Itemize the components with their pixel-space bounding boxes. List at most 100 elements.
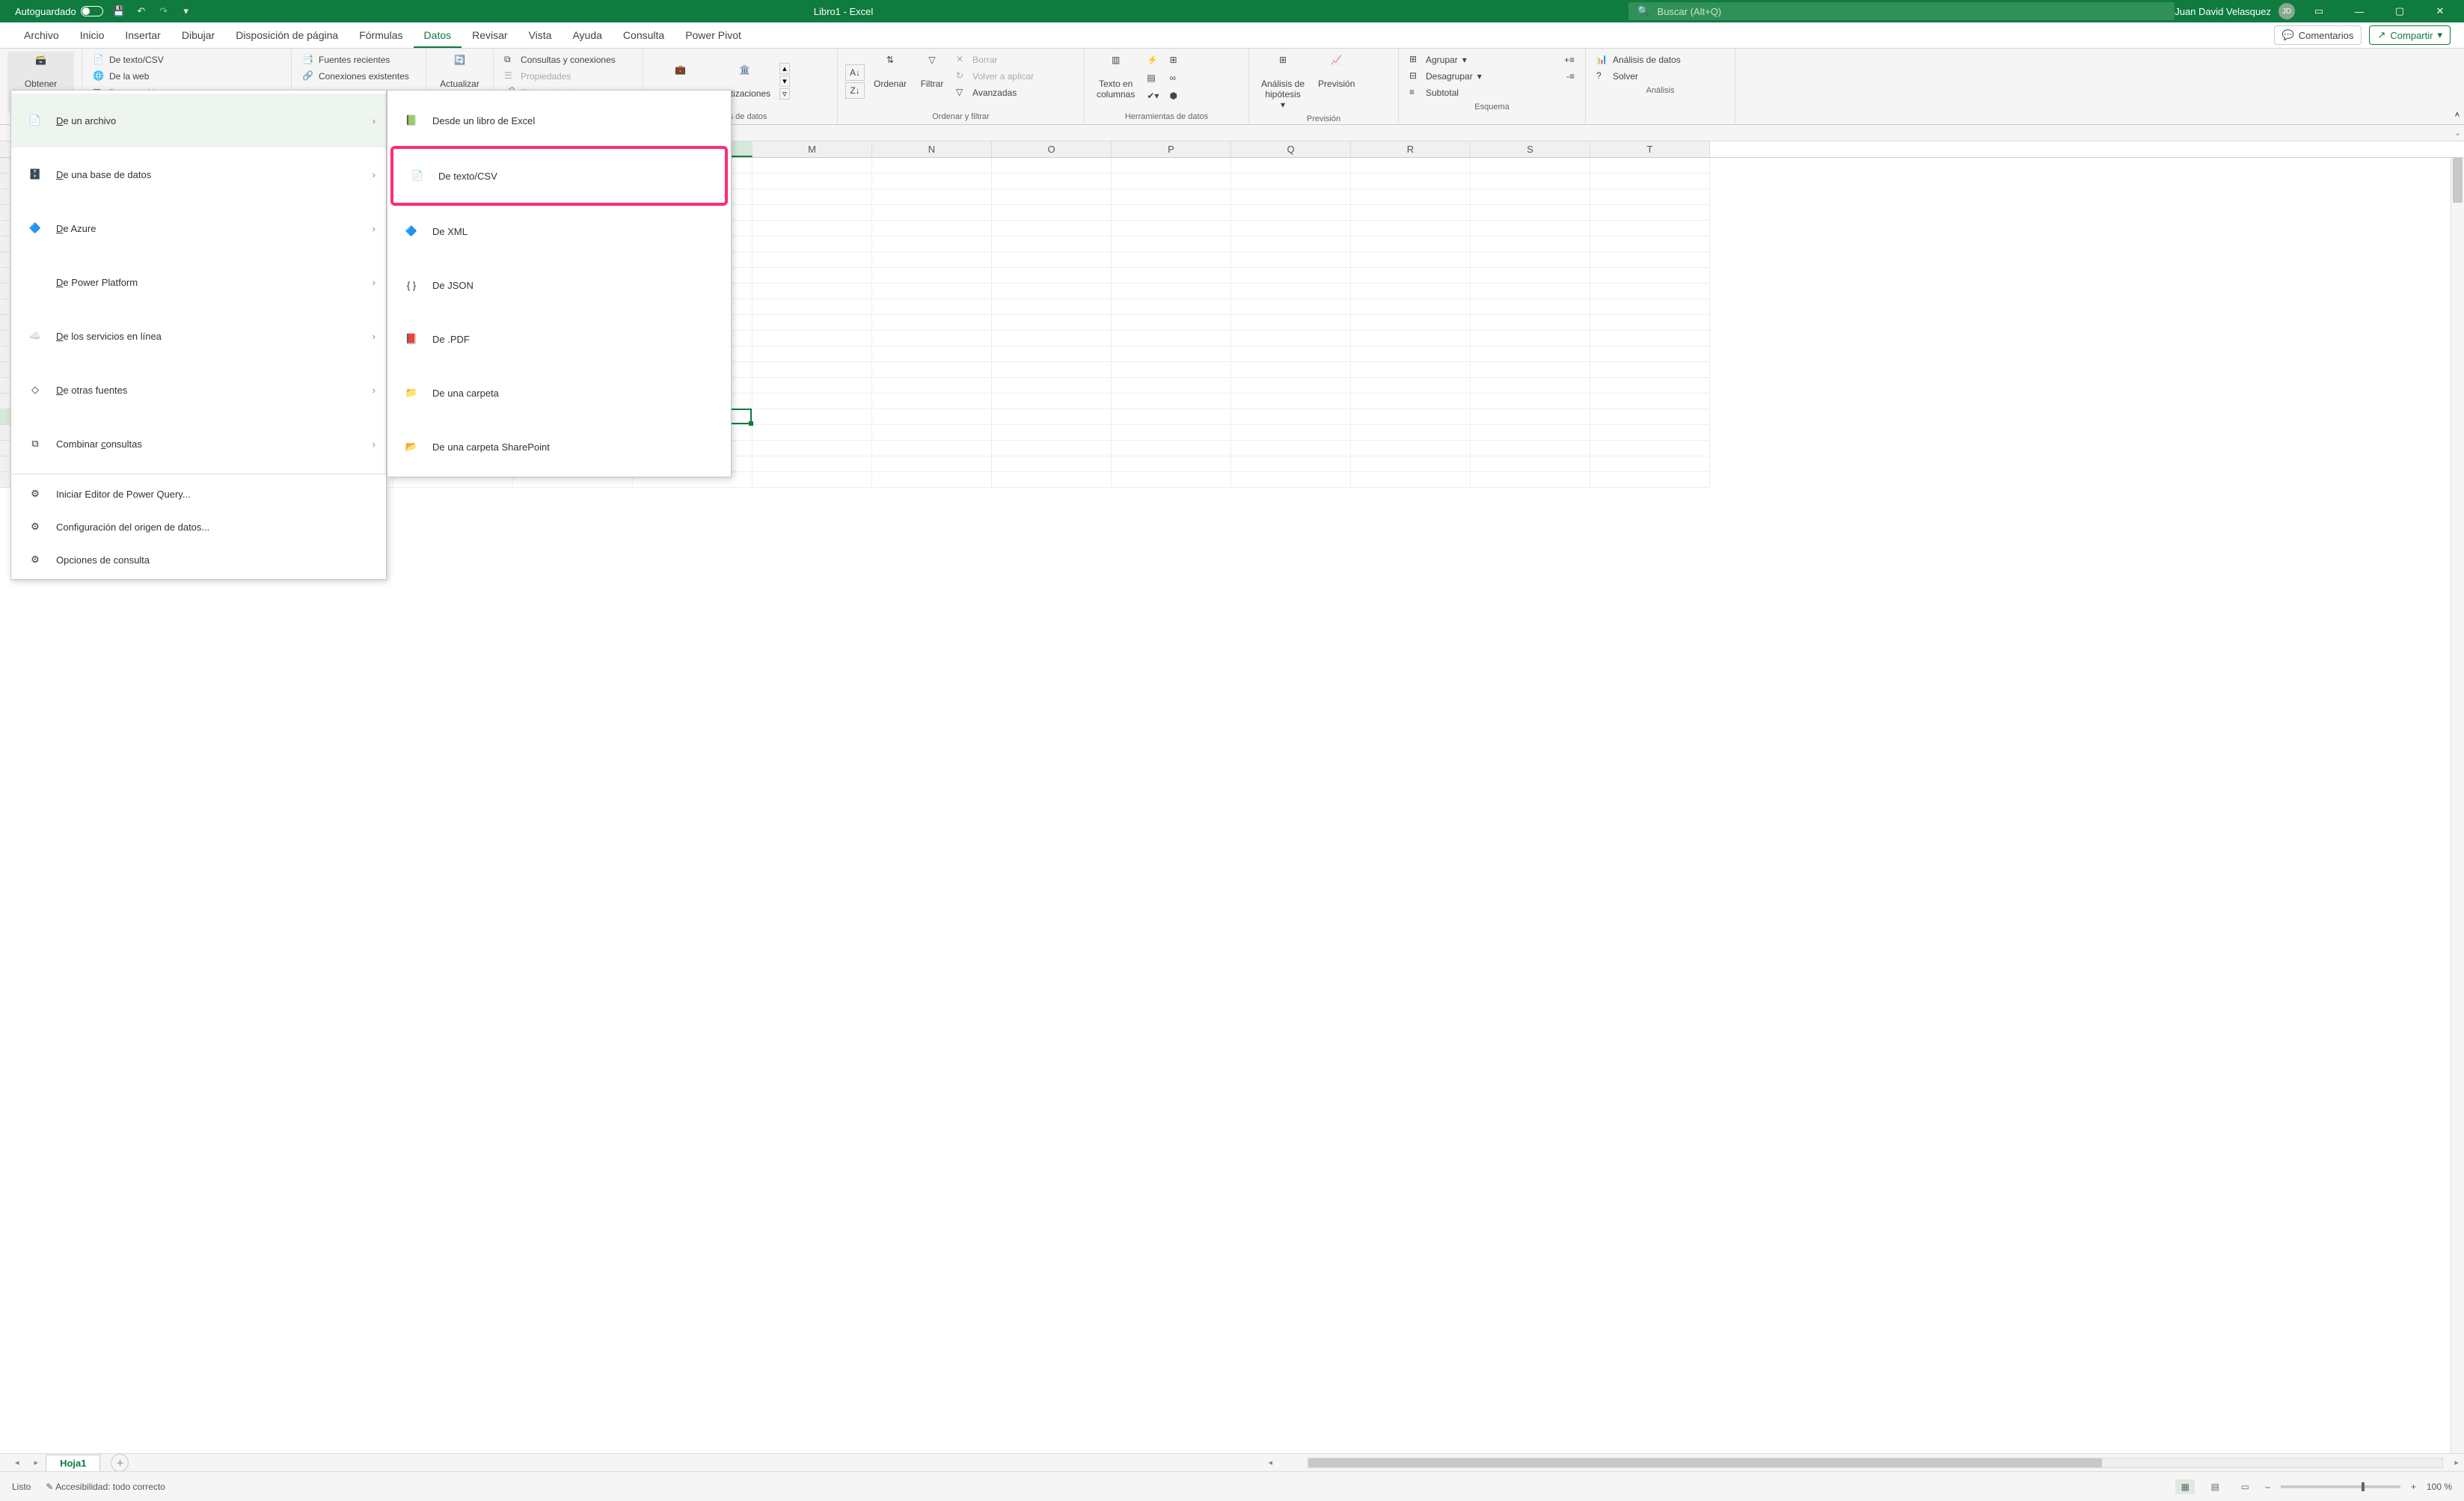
cell-N32[interactable] [872,362,992,378]
cell-M30[interactable] [753,331,872,346]
text-to-columns-button[interactable]: ▥Texto en columnas [1092,52,1139,111]
cell-N36[interactable] [872,425,992,441]
cell-S33[interactable] [1471,378,1590,394]
cell-T24[interactable] [1590,236,1710,252]
group-rows-button[interactable]: ⊞Agrupar ▾ +≡ [1406,52,1578,68]
cell-O28[interactable] [992,299,1112,315]
cell-Q19[interactable] [1231,158,1351,174]
cell-M38[interactable] [753,456,872,472]
menu-item-de-los-servicios-en-l-nea[interactable]: ☁️De los servicios en línea› [11,309,386,363]
solver-button[interactable]: ?Solver [1593,68,1727,85]
cell-S28[interactable] [1471,299,1590,315]
cell-M31[interactable] [753,346,872,362]
cell-S37[interactable] [1471,441,1590,456]
zoom-out-icon[interactable]: – [2265,1482,2270,1492]
cell-T27[interactable] [1590,284,1710,299]
manage-data-model-button[interactable]: ⬢ [1166,88,1180,104]
cell-P34[interactable] [1112,394,1231,409]
cell-Q32[interactable] [1231,362,1351,378]
cell-N39[interactable] [872,472,992,488]
save-icon[interactable]: 💾 [112,4,126,18]
cell-T34[interactable] [1590,394,1710,409]
maximize-icon[interactable]: ▢ [2383,0,2416,22]
cell-O26[interactable] [992,268,1112,284]
menu-item-de-power-platform[interactable]: De Power Platform› [11,255,386,309]
data-validation-button[interactable]: ✔▾ [1144,88,1162,104]
cell-N21[interactable] [872,189,992,205]
cell-S22[interactable] [1471,205,1590,221]
expand-formula-bar-icon[interactable]: ⌄ [2454,128,2461,138]
cell-P39[interactable] [1112,472,1231,488]
from-web-button[interactable]: 🌐De la web [90,68,284,85]
cell-T39[interactable] [1590,472,1710,488]
cell-N25[interactable] [872,252,992,268]
tab-insertar[interactable]: Insertar [114,24,171,48]
hscroll-left-icon[interactable]: ◂ [1263,1458,1278,1467]
cell-S29[interactable] [1471,315,1590,331]
sort-button[interactable]: ⇅Ordenar [869,52,911,111]
page-layout-view-icon[interactable]: ▤ [2205,1479,2225,1494]
zoom-slider[interactable] [2281,1485,2400,1488]
sheet-nav-next-icon[interactable]: ▸ [27,1458,46,1467]
ungroup-rows-button[interactable]: ⊟Desagrupar ▾ -≡ [1406,68,1578,85]
menu-item-de-un-archivo[interactable]: 📄De un archivo› [11,94,386,147]
cell-O37[interactable] [992,441,1112,456]
cell-T37[interactable] [1590,441,1710,456]
cell-M27[interactable] [753,284,872,299]
sort-asc-button[interactable]: A↓ [845,64,865,81]
cell-M24[interactable] [753,236,872,252]
hscroll-right-icon[interactable]: ▸ [2449,1458,2464,1467]
cell-R29[interactable] [1351,315,1471,331]
undo-icon[interactable]: ↶ [135,4,148,18]
cell-Q24[interactable] [1231,236,1351,252]
cell-P36[interactable] [1112,425,1231,441]
cell-T20[interactable] [1590,174,1710,189]
cell-T36[interactable] [1590,425,1710,441]
cell-M37[interactable] [753,441,872,456]
cell-S36[interactable] [1471,425,1590,441]
autosave-toggle[interactable]: Autoguardado [15,6,103,17]
cell-R33[interactable] [1351,378,1471,394]
cell-Q39[interactable] [1231,472,1351,488]
cell-P28[interactable] [1112,299,1231,315]
cell-Q22[interactable] [1231,205,1351,221]
cell-Q33[interactable] [1231,378,1351,394]
cell-O24[interactable] [992,236,1112,252]
cell-S32[interactable] [1471,362,1590,378]
menu-item-combinar-consultas[interactable]: ⧉Combinar consultas› [11,417,386,471]
accessibility-status[interactable]: ✎ Accesibilidad: todo correcto [46,1482,165,1492]
cell-O36[interactable] [992,425,1112,441]
cell-Q34[interactable] [1231,394,1351,409]
cell-R20[interactable] [1351,174,1471,189]
cell-R28[interactable] [1351,299,1471,315]
cell-R22[interactable] [1351,205,1471,221]
cell-O33[interactable] [992,378,1112,394]
subtotal-button[interactable]: ≡Subtotal [1406,85,1578,101]
qat-customize-icon[interactable]: ▾ [180,4,193,18]
tab-archivo[interactable]: Archivo [13,24,70,48]
advanced-filter-button[interactable]: ▽Avanzadas [953,85,1037,101]
cell-R39[interactable] [1351,472,1471,488]
cell-O35[interactable] [992,409,1112,425]
close-icon[interactable]: ✕ [2424,0,2457,22]
submenu-item-de-xml[interactable]: 🔷De XML [387,204,731,258]
flash-fill-button[interactable]: ⚡ [1144,52,1162,68]
sheet-nav-prev-icon[interactable]: ◂ [7,1458,27,1467]
column-header-P[interactable]: P [1112,141,1231,157]
search-box[interactable]: 🔍 Buscar (Alt+Q) [1628,2,2175,20]
cell-R31[interactable] [1351,346,1471,362]
menu-item-configuraci-n-del-origen-de-datos-[interactable]: ⚙Configuración del origen de datos... [11,510,386,543]
menu-item-iniciar-editor-de-power-query-[interactable]: ⚙Iniciar Editor de Power Query... [11,477,386,510]
cell-S21[interactable] [1471,189,1590,205]
menu-item-opciones-de-consulta[interactable]: ⚙Opciones de consulta [11,543,386,576]
share-button[interactable]: ↗ Compartir ▾ [2369,25,2451,45]
cell-R36[interactable] [1351,425,1471,441]
sheet-tab-hoja1[interactable]: Hoja1 [46,1455,100,1471]
data-analysis-button[interactable]: 📊Análisis de datos [1593,52,1727,68]
cell-O27[interactable] [992,284,1112,299]
cell-T31[interactable] [1590,346,1710,362]
add-sheet-button[interactable]: ＋ [111,1454,129,1472]
tab-consulta[interactable]: Consulta [613,24,675,48]
submenu-item-de-una-carpeta[interactable]: 📁De una carpeta [387,366,731,420]
column-header-Q[interactable]: Q [1231,141,1351,157]
